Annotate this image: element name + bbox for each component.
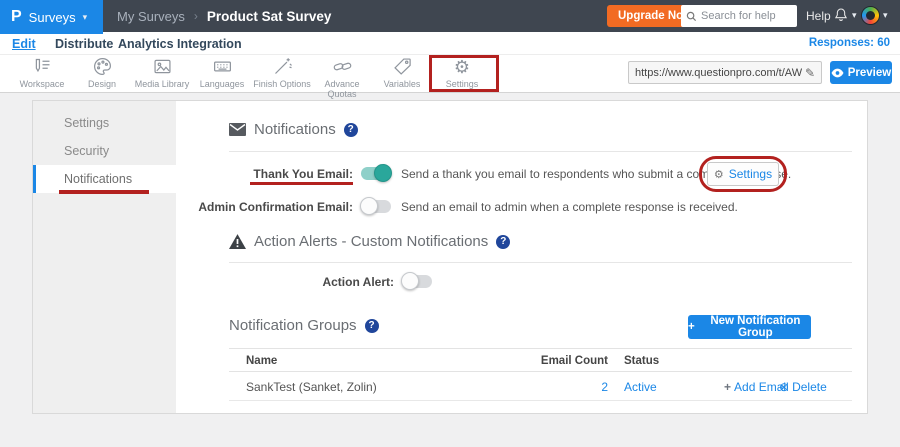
breadcrumb-current-survey: Product Sat Survey bbox=[207, 9, 332, 24]
new-notification-group-button[interactable]: + New Notification Group bbox=[688, 315, 811, 339]
workspace-icon bbox=[32, 56, 53, 77]
eye-icon bbox=[831, 68, 844, 78]
surveys-product-menu[interactable]: P Surveys ▾ bbox=[0, 0, 103, 34]
image-icon bbox=[152, 56, 173, 77]
breadcrumb-my-surveys[interactable]: My Surveys bbox=[117, 9, 185, 24]
edit-pencil-icon[interactable]: ✎ bbox=[805, 66, 815, 80]
bell-icon bbox=[833, 6, 849, 24]
breadcrumb-separator-icon: › bbox=[194, 9, 198, 23]
notifications-section-title: Notifications bbox=[254, 121, 336, 138]
avatar bbox=[861, 6, 880, 25]
action-alerts-section-header: Action Alerts - Custom Notifications ? bbox=[229, 233, 510, 250]
notification-groups-title: Notification Groups bbox=[229, 317, 357, 334]
thank-you-email-toggle[interactable] bbox=[361, 167, 391, 180]
sidebar-item-settings[interactable]: Settings bbox=[33, 109, 176, 137]
toolbar-item-settings[interactable]: ⚙ Settings bbox=[432, 56, 492, 99]
preview-button[interactable]: Preview bbox=[830, 61, 892, 84]
notifications-bell-menu[interactable]: ▾ bbox=[833, 6, 857, 24]
admin-confirmation-email-description: Send an email to admin when a complete r… bbox=[401, 200, 738, 214]
sidebar-item-security[interactable]: Security bbox=[33, 137, 176, 165]
magic-wand-icon bbox=[272, 56, 293, 77]
chain-link-icon bbox=[332, 56, 353, 77]
tab-integration[interactable]: Integration bbox=[177, 37, 242, 51]
toolbar-item-finish-options[interactable]: Finish Options bbox=[252, 56, 312, 99]
toolbar-item-variables[interactable]: Variables bbox=[372, 56, 432, 99]
breadcrumb: My Surveys › Product Sat Survey bbox=[117, 0, 331, 32]
toolbar-item-design[interactable]: Design bbox=[72, 56, 132, 99]
tab-analytics[interactable]: Analytics bbox=[118, 37, 174, 51]
group-status-link[interactable]: Active bbox=[624, 380, 657, 394]
column-header-status: Status bbox=[624, 355, 659, 367]
annotation-underline-thank-you-email bbox=[250, 182, 353, 185]
help-search-box[interactable] bbox=[681, 5, 797, 27]
survey-url-field[interactable]: https://www.questionpro.com/t/AW22ZcC ✎ bbox=[628, 61, 822, 84]
plus-icon: + bbox=[688, 321, 695, 333]
questionpro-logo: P bbox=[11, 8, 22, 26]
toolbar-item-languages[interactable]: Languages bbox=[192, 56, 252, 99]
help-search-input[interactable] bbox=[701, 10, 789, 22]
divider bbox=[229, 151, 852, 152]
chevron-down-icon: ▾ bbox=[83, 12, 88, 23]
thank-you-email-settings-button[interactable]: ⚙ Settings bbox=[707, 162, 779, 186]
settings-sidebar: Settings Security Notifications bbox=[33, 101, 176, 413]
admin-confirmation-email-label: Admin Confirmation Email: bbox=[123, 200, 353, 214]
preview-label: Preview bbox=[848, 67, 891, 79]
toolbar-item-media-library[interactable]: Media Library bbox=[132, 56, 192, 99]
delete-group-link[interactable]: ⊗ Delete bbox=[779, 380, 827, 394]
warning-triangle-icon bbox=[229, 234, 246, 249]
column-header-name: Name bbox=[246, 355, 277, 367]
gear-icon: ⚙ bbox=[714, 168, 724, 181]
notifications-section-header: Notifications ? bbox=[229, 121, 358, 138]
envelope-icon bbox=[229, 123, 246, 136]
thank-you-email-label: Thank You Email: bbox=[123, 167, 353, 181]
admin-confirmation-email-toggle[interactable] bbox=[361, 200, 391, 213]
settings-button-label: Settings bbox=[729, 167, 772, 181]
toolbar-item-advance-quotas[interactable]: Advance Quotas bbox=[312, 56, 372, 99]
action-alerts-section-title: Action Alerts - Custom Notifications bbox=[254, 233, 488, 250]
notification-groups-table: Name Email Count Status SankTest (Sanket… bbox=[229, 348, 852, 401]
gear-icon: ⚙ bbox=[454, 58, 470, 77]
tag-icon bbox=[392, 56, 413, 77]
chevron-down-icon: ▾ bbox=[852, 10, 857, 21]
tab-distribute[interactable]: Distribute bbox=[55, 37, 113, 51]
responses-count[interactable]: Responses: 60 bbox=[809, 37, 890, 49]
help-link[interactable]: Help bbox=[806, 9, 831, 23]
column-header-email-count: Email Count bbox=[528, 355, 608, 367]
table-row: SankTest (Sanket, Zolin) 2 Active + Add … bbox=[229, 372, 852, 401]
toolbar-items: Workspace Design Media Library Languages… bbox=[12, 56, 492, 99]
keyboard-icon bbox=[212, 56, 233, 77]
plus-icon: + bbox=[724, 380, 731, 394]
chevron-down-icon: ▾ bbox=[883, 10, 888, 21]
settings-content-card: Settings Security Notifications Notifica… bbox=[32, 100, 868, 414]
new-group-button-label: New Notification Group bbox=[700, 315, 811, 339]
action-alert-toggle[interactable] bbox=[402, 275, 432, 288]
tab-edit[interactable]: Edit bbox=[12, 37, 36, 51]
group-name: SankTest (Sanket, Zolin) bbox=[246, 380, 377, 394]
help-icon[interactable]: ? bbox=[496, 235, 510, 249]
action-alert-label: Action Alert: bbox=[263, 275, 394, 289]
palette-icon bbox=[92, 56, 113, 77]
help-icon[interactable]: ? bbox=[344, 123, 358, 137]
help-icon[interactable]: ? bbox=[365, 319, 379, 333]
divider bbox=[229, 262, 852, 263]
account-menu[interactable]: ▾ bbox=[861, 6, 888, 25]
group-email-count-link[interactable]: 2 bbox=[528, 380, 608, 394]
table-header-row: Name Email Count Status bbox=[229, 348, 852, 372]
search-icon bbox=[686, 11, 697, 22]
delete-circle-icon: ⊗ bbox=[779, 380, 789, 394]
surveys-menu-label: Surveys bbox=[29, 10, 76, 25]
survey-url-text: https://www.questionpro.com/t/AW22ZcC bbox=[635, 67, 802, 79]
notification-groups-section-header: Notification Groups ? bbox=[229, 317, 379, 334]
toolbar-item-workspace[interactable]: Workspace bbox=[12, 56, 72, 99]
